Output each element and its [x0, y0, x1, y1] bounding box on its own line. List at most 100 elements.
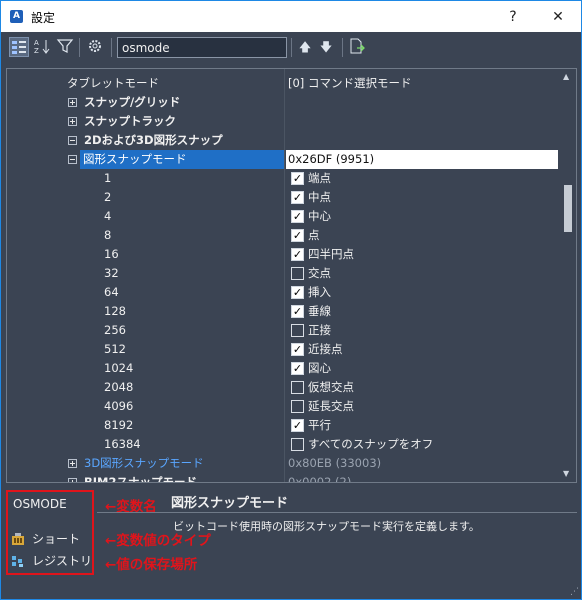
snap-label: 仮想交点 [308, 380, 354, 394]
snap-label: すべてのスナップをオフ [308, 437, 434, 451]
bit-row[interactable]: 256 正接 [7, 321, 559, 340]
snap-label: 点 [308, 228, 320, 242]
bit-row[interactable]: 8192 ✓ 平行 [7, 416, 559, 435]
snap-checkbox[interactable] [291, 400, 304, 413]
bit-value: 1024 [104, 361, 134, 375]
window-title: 設定 [31, 11, 56, 25]
collapse-icon[interactable] [68, 155, 77, 164]
bit-value: 1 [104, 171, 112, 185]
bit-row[interactable]: 32 交点 [7, 264, 559, 283]
scroll-down-icon[interactable]: ▼ [563, 469, 569, 478]
snap-checkbox[interactable] [291, 267, 304, 280]
snap-label: 延長交点 [308, 399, 354, 413]
bit-value: 128 [104, 304, 126, 318]
snap-label: 四半円点 [308, 247, 354, 261]
categorized-view-icon[interactable] [9, 37, 29, 57]
group-row-object-snap[interactable]: 2Dおよび3D図形スナップ [7, 131, 559, 150]
bit-row[interactable]: 16384 すべてのスナップをオフ [7, 435, 559, 454]
previous-match-icon[interactable]: 🡅 [295, 37, 315, 57]
resize-grip-icon[interactable]: ⋰ [570, 587, 579, 597]
collapse-icon[interactable] [68, 136, 77, 145]
group-row-snap-grid[interactable]: スナップ/グリッド [7, 93, 559, 112]
next-match-icon[interactable]: 🡇 [316, 37, 336, 57]
snap-checkbox[interactable]: ✓ [291, 286, 304, 299]
description-title: 図形スナップモード [171, 496, 289, 511]
bit-value: 512 [104, 342, 126, 356]
row-name: BIM2スナップモード [84, 475, 197, 483]
bit-value: 256 [104, 323, 126, 337]
group-label: 2Dおよび3D図形スナップ [84, 133, 223, 147]
bit-value: 8192 [104, 418, 134, 432]
value-edit-field[interactable]: 0x26DF (9951) [286, 150, 558, 169]
toolbar-separator [79, 38, 80, 57]
snap-checkbox[interactable]: ✓ [291, 305, 304, 318]
toolbar-separator [342, 38, 343, 57]
snap-checkbox[interactable] [291, 438, 304, 451]
scroll-thumb[interactable] [564, 185, 572, 232]
bit-value: 32 [104, 266, 119, 280]
snap-checkbox[interactable]: ✓ [291, 343, 304, 356]
snap-checkbox[interactable]: ✓ [291, 362, 304, 375]
row-name: タブレットモード [67, 76, 159, 90]
expand-icon[interactable] [68, 117, 77, 126]
snap-checkbox[interactable]: ✓ [291, 191, 304, 204]
title-bar: A 設定 ? ✕ [1, 1, 581, 32]
app-icon: A [10, 10, 23, 23]
snap-label: 正接 [308, 323, 331, 337]
search-input[interactable] [117, 37, 287, 58]
bit-value: 64 [104, 285, 119, 299]
filter-icon[interactable] [55, 37, 75, 57]
bit-row[interactable]: 8 ✓ 点 [7, 226, 559, 245]
svg-text:Z: Z [34, 47, 39, 55]
group-label: スナップトラック [84, 114, 176, 128]
snap-checkbox[interactable]: ✓ [291, 210, 304, 223]
bit-value: 2 [104, 190, 112, 204]
bit-row[interactable]: 16 ✓ 四半円点 [7, 245, 559, 264]
snap-label: 端点 [308, 171, 331, 185]
bit-row[interactable]: 128 ✓ 垂線 [7, 302, 559, 321]
svg-text:A: A [34, 39, 39, 47]
variable-name: OSMODE [13, 497, 67, 511]
bit-row[interactable]: 2048 仮想交点 [7, 378, 559, 397]
snap-label: 中点 [308, 190, 331, 204]
snap-checkbox[interactable]: ✓ [291, 248, 304, 261]
scroll-up-icon[interactable]: ▲ [563, 72, 569, 81]
row-value: 0x80EB (33003) [288, 456, 382, 470]
short-type-icon [11, 531, 25, 545]
bit-row[interactable]: 512 ✓ 近接点 [7, 340, 559, 359]
group-label: スナップ/グリッド [84, 95, 181, 109]
list-row-3d-osmode[interactable]: 3D図形スナップモード 0x80EB (33003) [7, 454, 559, 473]
gear-icon[interactable] [85, 37, 105, 57]
list-row-tablet-mode[interactable]: タブレットモード [0] コマンド選択モード [7, 74, 559, 93]
registry-icon [11, 553, 25, 567]
row-value: 0x0002 (2) [288, 475, 352, 483]
snap-checkbox[interactable] [291, 381, 304, 394]
row-value: [0] コマンド選択モード [288, 76, 412, 90]
group-row-snap-track[interactable]: スナップトラック [7, 112, 559, 131]
settings-window: A 設定 ? ✕ AZ 🡅 🡇 タブレットモード [0] コマンド選 [0, 0, 582, 600]
close-button[interactable]: ✕ [543, 5, 573, 29]
alphabetical-sort-icon[interactable]: AZ [32, 37, 52, 57]
expand-icon[interactable] [68, 459, 77, 468]
expand-icon[interactable] [68, 98, 77, 107]
bit-row[interactable]: 1024 ✓ 図心 [7, 359, 559, 378]
list-row-bim-osmode[interactable]: BIM2スナップモード 0x0002 (2) [7, 473, 559, 483]
export-icon[interactable] [347, 37, 367, 57]
snap-checkbox[interactable]: ✓ [291, 172, 304, 185]
bit-row[interactable]: 1 ✓ 端点 [7, 169, 559, 188]
help-button[interactable]: ? [498, 5, 528, 29]
row-name: 3D図形スナップモード [84, 456, 204, 470]
bit-row[interactable]: 4096 延長交点 [7, 397, 559, 416]
bit-row[interactable]: 64 ✓ 挿入 [7, 283, 559, 302]
snap-checkbox[interactable]: ✓ [291, 419, 304, 432]
snap-label: 交点 [308, 266, 331, 280]
snap-label: 垂線 [308, 304, 331, 318]
bit-row[interactable]: 4 ✓ 中心 [7, 207, 559, 226]
expand-icon[interactable] [68, 478, 77, 482]
selected-row-osmode[interactable]: 図形スナップモード 0x26DF (9951) [7, 150, 559, 169]
bit-row[interactable]: 2 ✓ 中点 [7, 188, 559, 207]
snap-checkbox[interactable]: ✓ [291, 229, 304, 242]
description-text: ビットコード使用時の図形スナップモード実行を定義します。 [173, 520, 480, 533]
vertical-scrollbar[interactable]: ▲ ▼ [560, 70, 576, 481]
snap-checkbox[interactable] [291, 324, 304, 337]
